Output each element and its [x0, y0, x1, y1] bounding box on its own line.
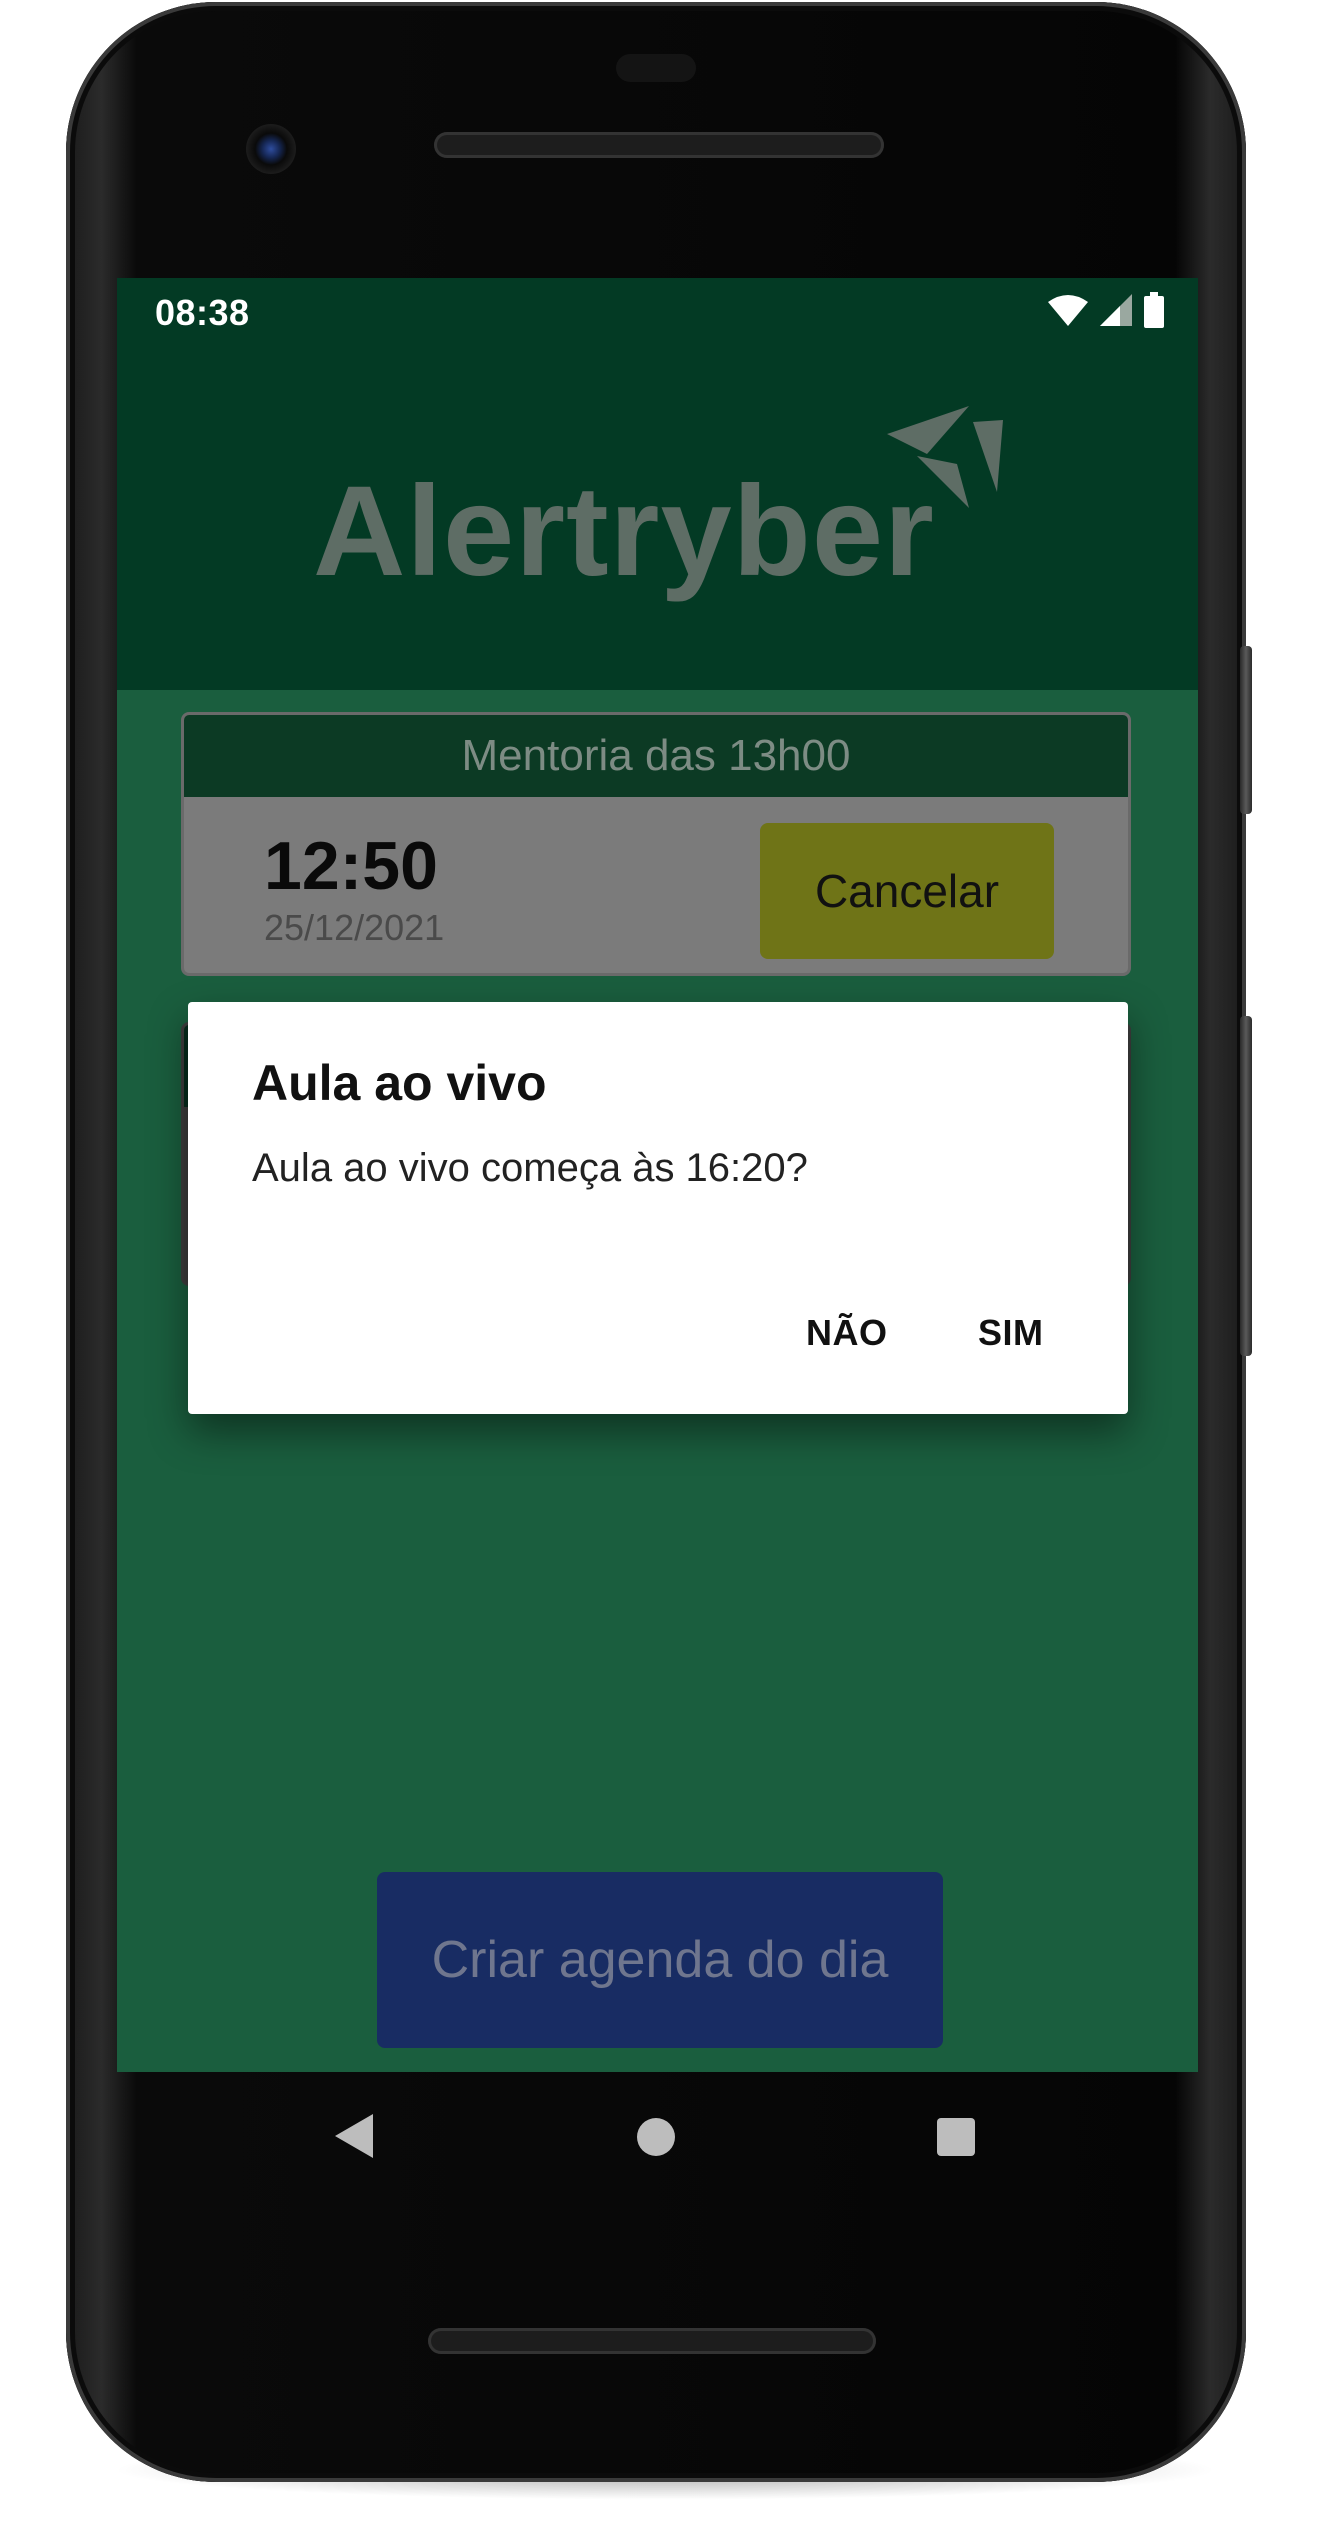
home-circle-icon[interactable]	[637, 2118, 675, 2156]
wifi-icon	[1048, 295, 1088, 326]
dialog-yes-button[interactable]: SIM	[978, 1312, 1044, 1354]
battery-icon	[1144, 292, 1164, 328]
proximity-sensor	[616, 54, 696, 82]
dialog-title: Aula ao vivo	[252, 1055, 547, 1111]
paper-plane-logo-icon	[887, 406, 1003, 508]
dialog-message: Aula ao vivo começa às 16:20?	[252, 1146, 808, 1190]
recents-square-icon[interactable]	[937, 2118, 975, 2156]
front-camera	[246, 124, 296, 174]
dialog-no-button[interactable]: NÃO	[806, 1312, 888, 1354]
schedule-card: Mentoria das 13h00 12:50 25/12/2021 Canc…	[181, 712, 1131, 976]
status-time: 08:38	[155, 292, 250, 333]
cell-signal-icon	[1100, 294, 1132, 326]
system-nav-bar	[117, 2072, 1198, 2202]
card-time: 12:50	[264, 828, 438, 904]
confirm-dialog: Aula ao vivo Aula ao vivo começa às 16:2…	[188, 1002, 1128, 1414]
status-icons	[1048, 292, 1164, 328]
create-schedule-button[interactable]: Criar agenda do dia	[377, 1872, 943, 2048]
earpiece-speaker	[434, 132, 884, 158]
back-triangle-icon[interactable]	[335, 2114, 373, 2158]
app-logo-text: Alertryber	[313, 460, 935, 603]
status-bar: 08:38	[117, 278, 1198, 340]
card-date: 25/12/2021	[264, 907, 445, 948]
power-button	[1240, 646, 1252, 814]
volume-rocker	[1240, 1016, 1252, 1356]
cancel-button[interactable]: Cancelar	[760, 823, 1054, 959]
bottom-speaker	[428, 2328, 876, 2354]
card-title: Mentoria das 13h00	[184, 715, 1128, 797]
